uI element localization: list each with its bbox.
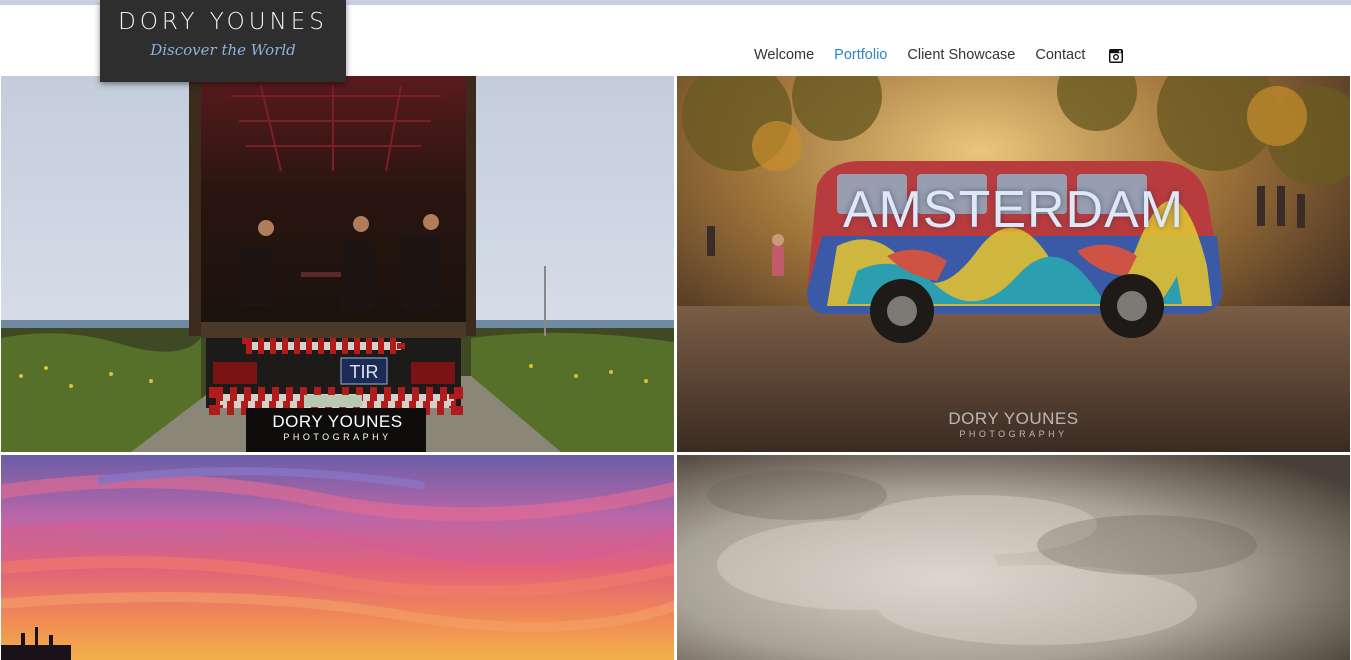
nav-item-client-showcase[interactable]: Client Showcase [907,47,1015,63]
sunset-photo [1,455,674,660]
watermark-name: DORY YOUNES [948,409,1079,428]
gallery-tile-sunset[interactable] [1,455,674,660]
watermark-name: DORY YOUNES [272,412,403,431]
gallery-tile-smoke[interactable] [677,455,1350,660]
gallery-tile-truck[interactable]: TIR DORY YOUNES PHOTOGRAPHY [1,76,674,452]
portfolio-gallery: TIR DORY YOUNES PHOTOGRAPHY AMSTERDAM DO… [0,76,1351,660]
photo-watermark: DORY YOUNES PHOTOGRAPHY [677,409,1350,439]
site-logo[interactable]: DORY YOUNES Discover the World [100,0,346,82]
watermark-sub: PHOTOGRAPHY [283,432,392,442]
gallery-tile-amsterdam[interactable]: AMSTERDAM DORY YOUNES PHOTOGRAPHY [677,76,1350,452]
photo-watermark: DORY YOUNES PHOTOGRAPHY [1,412,674,442]
truck-photo: TIR [1,76,674,452]
amsterdam-photo [677,76,1350,452]
tile-title-amsterdam: AMSTERDAM [842,181,1185,239]
logo-name: DORY YOUNES [118,9,328,35]
instagram-icon[interactable] [1109,48,1124,63]
smoke-photo [677,455,1350,660]
nav-item-portfolio[interactable]: Portfolio [834,47,887,63]
nav-item-contact[interactable]: Contact [1035,47,1085,63]
nav-item-welcome[interactable]: Welcome [754,47,814,63]
main-nav: Welcome Portfolio Client Showcase Contac… [744,45,1124,65]
logo-tagline: Discover the World [150,41,296,59]
watermark-sub: PHOTOGRAPHY [959,429,1068,439]
tir-plate-text: TIR [350,362,379,382]
